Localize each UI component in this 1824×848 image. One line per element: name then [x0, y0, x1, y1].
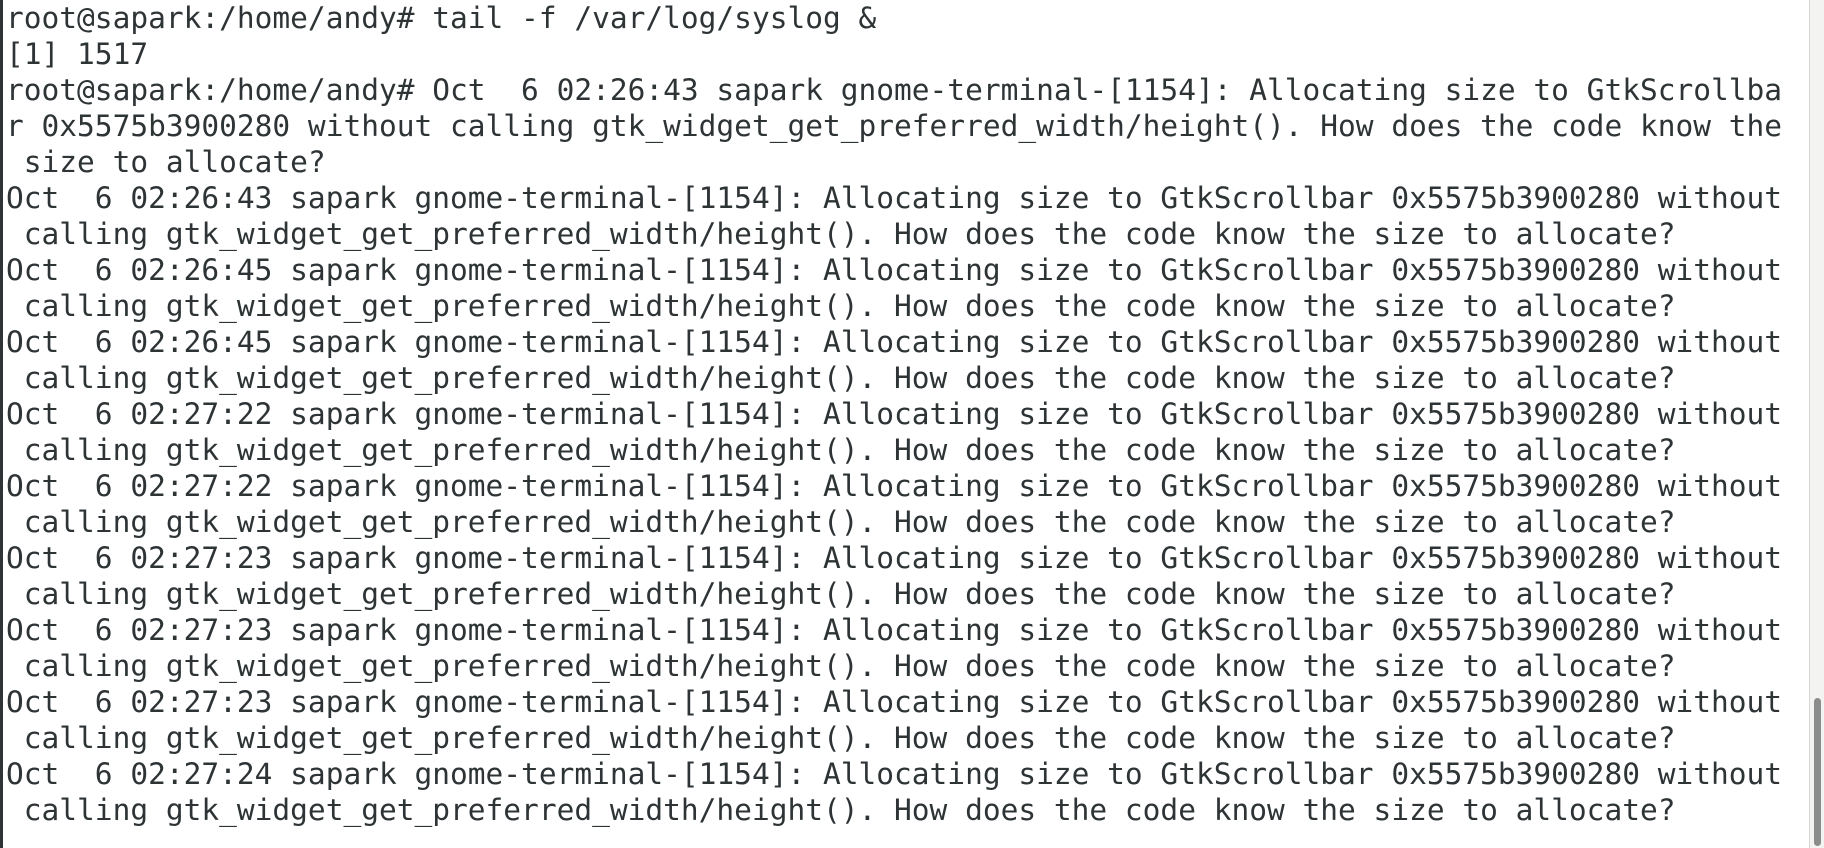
terminal-line: Oct 6 02:27:23 sapark gnome-terminal-[11… [6, 685, 1783, 719]
terminal-line: calling gtk_widget_get_preferred_width/h… [6, 649, 1676, 683]
scrollbar-thumb[interactable] [1814, 698, 1821, 846]
terminal-line: calling gtk_widget_get_preferred_width/h… [6, 577, 1676, 611]
terminal-line: calling gtk_widget_get_preferred_width/h… [6, 505, 1676, 539]
window-border [0, 0, 3, 848]
terminal-line: Oct 6 02:26:43 sapark gnome-terminal-[11… [6, 181, 1783, 215]
terminal-line: Oct 6 02:27:22 sapark gnome-terminal-[11… [6, 397, 1783, 431]
terminal-line: Oct 6 02:26:45 sapark gnome-terminal-[11… [6, 325, 1783, 359]
terminal-line: calling gtk_widget_get_preferred_width/h… [6, 217, 1676, 251]
terminal-line: Oct 6 02:27:23 sapark gnome-terminal-[11… [6, 613, 1783, 647]
terminal-line: size to allocate? [6, 145, 326, 179]
terminal-line: root@sapark:/home/andy# Oct 6 02:26:43 s… [6, 73, 1783, 107]
terminal-line: [1] 1517 [6, 37, 149, 71]
terminal-output[interactable]: root@sapark:/home/andy# tail -f /var/log… [6, 0, 1806, 848]
terminal-prompt-line[interactable] [6, 828, 1806, 848]
terminal-line: Oct 6 02:26:45 sapark gnome-terminal-[11… [6, 253, 1783, 287]
terminal-line: Oct 6 02:27:23 sapark gnome-terminal-[11… [6, 541, 1783, 575]
vertical-scrollbar[interactable] [1809, 0, 1824, 848]
terminal-line: calling gtk_widget_get_preferred_width/h… [6, 721, 1676, 755]
terminal-line: calling gtk_widget_get_preferred_width/h… [6, 361, 1676, 395]
terminal-window[interactable]: root@sapark:/home/andy# tail -f /var/log… [0, 0, 1824, 848]
terminal-line: Oct 6 02:27:22 sapark gnome-terminal-[11… [6, 469, 1783, 503]
terminal-line: calling gtk_widget_get_preferred_width/h… [6, 289, 1676, 323]
terminal-line: r 0x5575b3900280 without calling gtk_wid… [6, 109, 1783, 143]
terminal-line: calling gtk_widget_get_preferred_width/h… [6, 433, 1676, 467]
terminal-line: Oct 6 02:27:24 sapark gnome-terminal-[11… [6, 757, 1783, 791]
terminal-line: root@sapark:/home/andy# tail -f /var/log… [6, 1, 877, 35]
terminal-line: calling gtk_widget_get_preferred_width/h… [6, 793, 1676, 827]
